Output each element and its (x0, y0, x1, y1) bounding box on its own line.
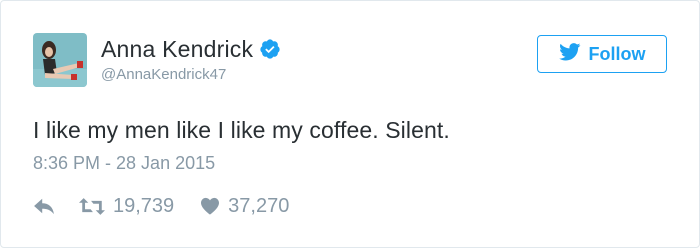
like-count: 37,270 (228, 194, 290, 217)
user-handle[interactable]: @AnnaKendrick47 (101, 66, 281, 83)
user-names: Anna Kendrick @AnnaKendrick47 (101, 35, 281, 83)
like-button[interactable]: 37,270 (200, 195, 289, 218)
reply-icon (33, 197, 55, 215)
tweet-header: Anna Kendrick @AnnaKendrick47 Follow (33, 33, 669, 87)
retweet-icon (79, 197, 105, 216)
avatar[interactable] (33, 33, 87, 87)
twitter-bird-icon (558, 42, 581, 66)
follow-button[interactable]: Follow (537, 35, 667, 73)
heart-icon (200, 197, 220, 215)
retweet-count: 19,739 (113, 194, 175, 217)
follow-button-label: Follow (588, 43, 646, 64)
display-name[interactable]: Anna Kendrick (101, 36, 253, 63)
tweet-actions: 19,739 37,270 (33, 193, 289, 219)
tweet-text: I like my men like I like my coffee. Sil… (33, 117, 450, 143)
reply-button[interactable] (33, 197, 55, 215)
tweet-card: Anna Kendrick @AnnaKendrick47 Follow I l… (0, 0, 700, 248)
verified-badge-icon (259, 38, 281, 60)
tweet-timestamp[interactable]: 8:36 PM - 28 Jan 2015 (33, 153, 215, 174)
retweet-button[interactable]: 19,739 (79, 195, 174, 218)
